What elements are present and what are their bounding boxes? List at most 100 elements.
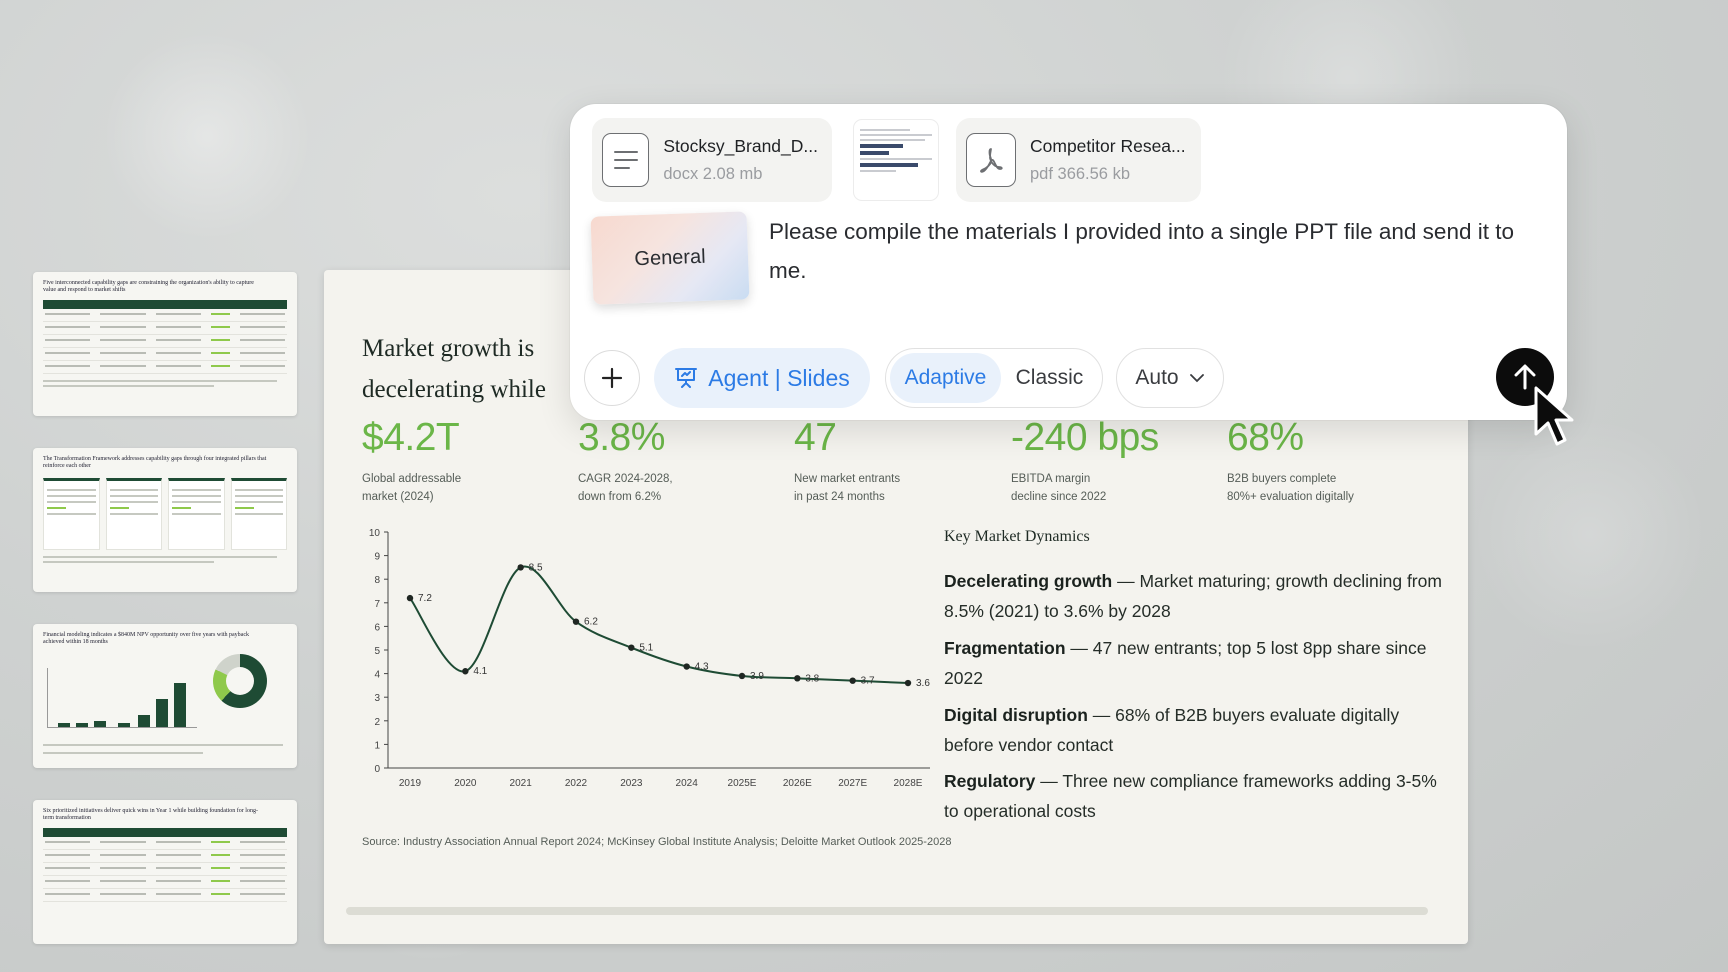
kpi-value: 68%	[1227, 416, 1304, 459]
thumbnail-table	[43, 300, 287, 374]
kpi-label: New market entrants in past 24 months	[794, 473, 901, 503]
thumbnail-title: Five interconnected capability gaps are …	[43, 280, 254, 293]
data-point	[628, 644, 635, 651]
dynamics-item: Fragmentation — 47 new entrants; top 5 l…	[944, 633, 1444, 693]
plus-icon	[601, 367, 623, 389]
dynamics-item: Decelerating growth — Market maturing; g…	[944, 566, 1444, 626]
growth-line-chart: 0 1 2 3 4 5 6 7 8 9 10 2019 2020 2021 2022 2023 2024 2025…	[360, 524, 940, 804]
kpi-tile: 68% B2B buyers complete 80%+ evaluation …	[1227, 416, 1427, 506]
attachment-docx[interactable]: Stocksy_Brand_D... docx 2.08 mb	[592, 118, 832, 202]
data-point	[738, 672, 746, 680]
source-note: Source: Industry Association Annual Repo…	[362, 836, 952, 848]
agent-slides-button[interactable]: Agent | Slides	[654, 348, 870, 408]
presentation-icon	[675, 368, 698, 388]
dynamics-item: Regulatory — Three new compliance framew…	[944, 766, 1444, 826]
slide-title: Market growth is decelerating while marg…	[362, 335, 546, 403]
data-label: 5.1	[639, 643, 653, 654]
kpi-label: CAGR 2024-2028, down from 6.2%	[578, 473, 673, 503]
mode-adaptive[interactable]: Adaptive	[890, 353, 1001, 403]
horizontal-scrollbar[interactable]	[346, 907, 1428, 915]
y-tick-label: 2	[374, 717, 380, 728]
data-point	[849, 677, 856, 684]
data-label: 3.7	[861, 676, 875, 687]
x-tick-label: 2025E	[728, 778, 757, 789]
auto-dropdown[interactable]: Auto	[1116, 348, 1224, 408]
kpi-tile: 47 New market entrants in past 24 months	[794, 416, 994, 506]
data-point	[517, 564, 524, 571]
dynamics-term: Regulatory	[944, 771, 1036, 791]
y-tick-label: 7	[374, 599, 380, 610]
data-label: 8.5	[529, 562, 543, 573]
x-tick-label: 2028E	[894, 778, 923, 789]
y-tick-label: 1	[374, 740, 380, 751]
dynamics-term: Fragmentation	[944, 638, 1066, 658]
x-tick-label: 2023	[620, 778, 643, 789]
y-tick-label: 8	[374, 575, 380, 586]
dynamics-item: Digital disruption — 68% of B2B buyers e…	[944, 700, 1444, 760]
kpi-value: -240 bps	[1011, 416, 1159, 459]
data-label: 6.2	[584, 617, 598, 628]
kpi-tile: $4.2T Global addressable market (2024)	[362, 416, 562, 506]
slide-thumbnail-3[interactable]: Financial modeling indicates a $840M NPV…	[33, 624, 297, 768]
attachment-meta: pdf 366.56 kb	[1030, 165, 1130, 183]
thumbnail-bar-chart	[47, 668, 197, 728]
thumbnail-title: The Transformation Framework addresses c…	[43, 456, 267, 469]
dynamics-term: Digital disruption	[944, 705, 1088, 725]
mode-classic[interactable]: Classic	[1001, 353, 1098, 403]
data-point	[406, 594, 414, 602]
x-tick-label: 2020	[454, 778, 477, 789]
x-tick-label: 2027E	[838, 778, 867, 789]
mode-toggle: Adaptive Classic	[885, 348, 1103, 408]
y-tick-label: 3	[374, 693, 380, 704]
attachment-name: Competitor Resea...	[1030, 136, 1186, 156]
agent-slides-label: Agent | Slides	[708, 364, 850, 391]
kpi-value: 3.8%	[578, 416, 665, 459]
attachment-image[interactable]	[854, 120, 938, 200]
chevron-down-icon	[1189, 374, 1204, 383]
prompt-composer: Stocksy_Brand_D... docx 2.08 mb Competit…	[570, 104, 1567, 420]
auto-label: Auto	[1135, 366, 1179, 389]
attachment-pdf[interactable]: Competitor Resea... pdf 366.56 kb	[956, 118, 1201, 202]
y-tick-label: 4	[374, 670, 380, 681]
x-tick-label: 2021	[510, 778, 533, 789]
data-label: 3.8	[805, 673, 819, 684]
data-label: 3.6	[916, 678, 930, 689]
y-tick-label: 0	[374, 764, 380, 775]
data-label: 4.1	[473, 666, 487, 677]
mouse-cursor-icon	[1534, 386, 1574, 446]
y-tick-label: 10	[369, 528, 381, 539]
x-tick-label: 2026E	[783, 778, 812, 789]
kpi-value: $4.2T	[362, 416, 460, 459]
slide-thumbnail-4[interactable]: Six prioritized initiatives deliver quic…	[33, 800, 297, 944]
data-label: 7.2	[418, 593, 432, 604]
data-point	[683, 663, 690, 670]
attachment-name: Stocksy_Brand_D...	[663, 136, 818, 156]
kpi-tile: -240 bps EBITDA margin decline since 202…	[1011, 416, 1211, 506]
thumbnail-donut-chart	[213, 654, 267, 708]
data-label: 4.3	[695, 662, 709, 673]
kpi-tile: 3.8% CAGR 2024-2028, down from 6.2%	[578, 416, 778, 506]
dynamics-heading: Key Market Dynamics	[944, 528, 1090, 545]
add-attachment-button[interactable]	[584, 350, 640, 406]
kpi-label: Global addressable market (2024)	[362, 473, 462, 503]
y-tick-label: 9	[374, 552, 380, 563]
kpi-value: 47	[794, 416, 837, 459]
kpi-label: EBITDA margin decline since 2022	[1011, 473, 1107, 503]
general-template-card[interactable]: General	[590, 211, 750, 305]
attachment-meta: docx 2.08 mb	[663, 165, 763, 183]
data-point	[462, 668, 469, 675]
data-point	[794, 675, 801, 682]
x-tick-label: 2019	[399, 778, 422, 789]
chart-svg: 0 1 2 3 4 5 6 7 8 9 10 2019 2020 2021 2022 2023 2024 2025…	[369, 528, 930, 789]
slide-thumbnail-2[interactable]: The Transformation Framework addresses c…	[33, 448, 297, 592]
prompt-text[interactable]: Please compile the materials I provided …	[769, 212, 1549, 290]
thumbnail-columns	[43, 478, 287, 550]
data-point	[572, 618, 580, 625]
dynamics-term: Decelerating growth	[944, 571, 1113, 591]
y-tick-label: 6	[374, 622, 380, 633]
kpi-label: B2B buyers complete 80%+ evaluation digi…	[1227, 473, 1354, 503]
slide-thumbnail-1[interactable]: Five interconnected capability gaps are …	[33, 272, 297, 416]
x-tick-label: 2024	[676, 778, 699, 789]
thumbnail-title: Financial modeling indicates a $840M NPV…	[43, 632, 250, 645]
data-label: 3.9	[750, 671, 764, 682]
